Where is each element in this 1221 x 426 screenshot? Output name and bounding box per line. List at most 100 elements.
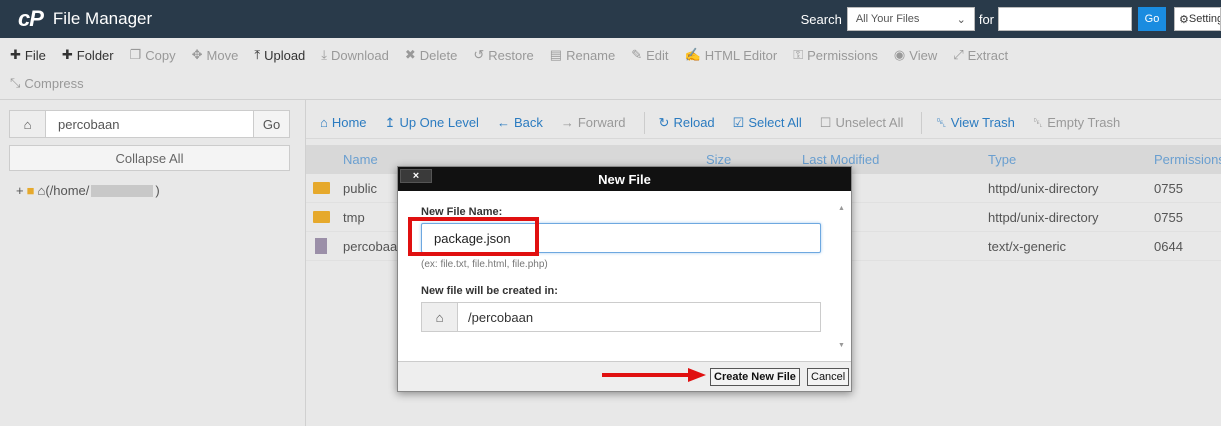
for-label: for <box>978 11 994 27</box>
expand-icon[interactable]: + <box>16 183 24 198</box>
toolbar-html-editor-button[interactable]: ✍ HTML Editor <box>685 47 778 63</box>
toolbar-upload-button[interactable]: ⤒ Upload <box>254 47 305 63</box>
nav-reload-button[interactable]: ↻ Reload <box>659 115 715 131</box>
up-level-icon: ↥ <box>384 114 396 130</box>
close-icon[interactable]: × <box>400 169 432 183</box>
home-icon[interactable]: ⌂ <box>10 111 46 137</box>
search-go-button[interactable]: Go <box>1138 7 1166 31</box>
target-dir-field[interactable]: ⌂ /percobaan <box>421 302 821 332</box>
toolbar-view-button[interactable]: ◉ View <box>894 47 937 63</box>
restore-icon: ↺ <box>473 47 485 62</box>
cancel-button[interactable]: Cancel <box>807 368 850 386</box>
app-header: cP File Manager Search All Your Files ⌄ … <box>0 0 1221 38</box>
col-size-header[interactable]: Size <box>706 152 802 167</box>
nav-select-all-button[interactable]: ☑ Select All <box>733 115 802 131</box>
nav-separator <box>643 111 645 134</box>
toolbar-rename-button[interactable]: ▤ Rename <box>550 47 615 63</box>
delete-icon: ✖ <box>404 47 416 62</box>
col-modified-header[interactable]: Last Modified <box>802 152 988 167</box>
settings-button[interactable]: ⚙ Settings <box>1174 7 1221 31</box>
edit-icon: ✎ <box>631 47 643 62</box>
toolbar-delete-button[interactable]: ✖ Delete <box>405 47 457 63</box>
key-icon: ⚿ <box>793 47 804 62</box>
nav-home-button[interactable]: ⌂ Home <box>320 115 367 130</box>
toolbar-file-button[interactable]: ✚ File <box>10 47 46 63</box>
search-input[interactable] <box>998 7 1132 31</box>
search-scope-value: All Your Files <box>855 13 920 25</box>
toolbar-restore-button[interactable]: ↺ Restore <box>473 47 533 63</box>
annotation-highlight-box <box>408 217 539 256</box>
dialog-title-bar: × New File <box>398 167 851 191</box>
row-name: tmp <box>343 209 365 225</box>
toolbar-download-button[interactable]: ⤓ Download <box>321 47 389 63</box>
nav-item-label: Reload <box>673 115 715 130</box>
toolbar-item-label: Delete <box>419 47 458 63</box>
back-arrow-icon: ← <box>496 115 510 130</box>
search-scope-select[interactable]: All Your Files ⌄ <box>846 7 975 31</box>
create-new-file-button[interactable]: Create New File <box>710 368 800 386</box>
toolbar-item-label: View <box>909 47 938 63</box>
toolbar-compress-button[interactable]: ⤡ Compress <box>10 75 84 91</box>
scroll-up-icon[interactable]: ▲ <box>838 205 845 212</box>
toolbar-item-label: Restore <box>488 47 534 63</box>
row-type: httpd/unix-directory <box>988 209 1099 225</box>
col-name-header[interactable]: Name <box>306 152 706 167</box>
file-name-hint: (ex: file.txt, file.html, file.php) <box>421 259 548 270</box>
toolbar-item-label: Edit <box>646 47 669 63</box>
home-icon: ⌂ <box>422 303 458 331</box>
file-icon <box>312 238 330 254</box>
download-icon: ⤓ <box>321 47 328 62</box>
copy-icon: ❐ <box>129 47 142 62</box>
toolbar-item-label: Folder <box>76 47 114 63</box>
annotation-arrow-icon <box>602 368 706 382</box>
dialog-scrollbar[interactable]: ▲ ▼ <box>837 205 847 349</box>
nav-item-label: Home <box>331 115 367 130</box>
toolbar-extract-button[interactable]: ⤢ Extract <box>953 47 1008 63</box>
toolbar-folder-button[interactable]: ✚ Folder <box>62 47 114 63</box>
row-type: httpd/unix-directory <box>988 180 1099 196</box>
plus-icon: ✚ <box>61 47 73 62</box>
compress-icon: ⤡ <box>10 75 21 90</box>
tree-root[interactable]: + ■ ⌂ (/home/ ) <box>16 183 160 198</box>
cpanel-logo[interactable]: cP <box>18 6 44 32</box>
scroll-down-icon[interactable]: ▼ <box>838 342 845 349</box>
collapse-all-button[interactable]: Collapse All <box>9 145 290 171</box>
gear-icon: ⚙ <box>1179 13 1189 26</box>
home-icon: ⌂ <box>37 183 46 198</box>
path-input[interactable]: percobaan <box>46 117 253 132</box>
nav-empty-trash-button[interactable]: ␡ Empty Trash <box>1033 115 1120 131</box>
toolbar-item-label: Extract <box>967 47 1009 63</box>
plus-icon: ✚ <box>10 47 21 62</box>
settings-label: Settings <box>1188 13 1220 25</box>
row-name: percobaa <box>343 238 398 254</box>
checkbox-empty-icon: ☐ <box>819 114 832 130</box>
nav-up-one-level-button[interactable]: ↥ Up One Level <box>385 115 479 131</box>
col-perms-header[interactable]: Permissions <box>1154 152 1221 167</box>
row-perms: 0755 <box>1154 180 1183 196</box>
nav-view-trash-button[interactable]: ␡ View Trash <box>936 115 1014 131</box>
toolbar-item-label: HTML Editor <box>704 47 778 63</box>
checkbox-checked-icon: ☑ <box>732 114 745 130</box>
toolbar-permissions-button[interactable]: ⚿ Permissions <box>793 47 878 63</box>
toolbar-edit-button[interactable]: ✎ Edit <box>631 47 668 63</box>
dialog-title: New File <box>598 171 651 187</box>
html-editor-icon: ✍ <box>684 47 701 62</box>
folder-icon <box>312 211 330 223</box>
toolbar-item-label: Compress <box>24 75 84 91</box>
toolbar-copy-button[interactable]: ❐ Copy <box>130 47 176 63</box>
toolbar-move-button[interactable]: ✥ Move <box>192 47 239 63</box>
path-go-button[interactable]: Go <box>253 111 289 137</box>
nav-forward-button[interactable]: → Forward <box>561 115 626 130</box>
col-type-header[interactable]: Type <box>988 152 1154 167</box>
toolbar-item-label: Copy <box>145 47 176 63</box>
path-bar: ⌂ percobaan Go <box>9 110 290 138</box>
row-type: text/x-generic <box>988 238 1067 254</box>
search-label: Search <box>800 11 842 27</box>
nav-back-button[interactable]: ← Back <box>497 115 543 130</box>
toolbar-item-label: Upload <box>264 47 306 63</box>
nav-unselect-all-button[interactable]: ☐ Unselect All <box>820 115 904 131</box>
tree-root-label: (/home/ <box>45 183 90 198</box>
tree-root-end: ) <box>155 183 160 198</box>
nav-item-label: Select All <box>748 115 802 130</box>
toolbar-item-label: Permissions <box>807 47 878 63</box>
